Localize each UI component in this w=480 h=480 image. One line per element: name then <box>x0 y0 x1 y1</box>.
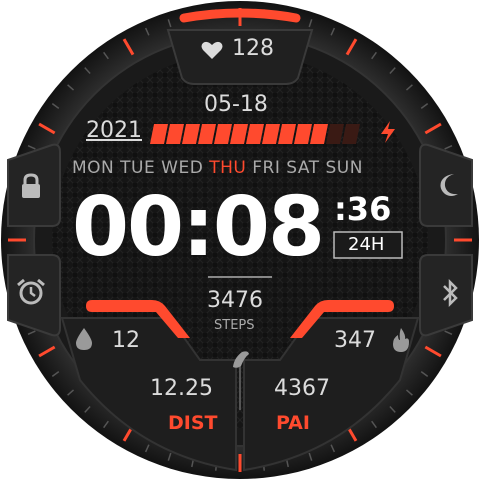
alarm-icon <box>17 278 45 305</box>
steps-value: 3476 <box>207 288 263 313</box>
weekday-row: MON TUE WED THU FRI SAT SUN <box>72 158 363 178</box>
time-hhmm: 00:08 <box>72 180 325 275</box>
weekday: FRI <box>252 158 281 178</box>
moon-icon <box>440 174 458 196</box>
bluetooth-icon <box>443 278 458 308</box>
weekday: MON <box>72 158 115 178</box>
flame-icon <box>393 328 409 352</box>
lock-icon <box>22 173 40 198</box>
water-drop-icon <box>76 328 92 350</box>
heart-rate-value: 128 <box>232 36 274 61</box>
top-accent-arc <box>179 8 301 23</box>
weekday: SAT <box>286 158 320 178</box>
time-format: 24H <box>348 234 385 255</box>
water-value: 12 <box>112 328 140 353</box>
pai-value: 4367 <box>274 376 330 401</box>
date-month-day: 05-18 <box>204 92 268 117</box>
steps-label: STEPS <box>214 318 255 333</box>
weekday: TUE <box>120 158 156 178</box>
pai-label: PAI <box>276 412 310 434</box>
time-seconds: :36 <box>334 190 392 228</box>
distance-value: 12.25 <box>150 376 213 401</box>
weekday: WED <box>161 158 204 178</box>
calories-value: 347 <box>334 328 376 353</box>
distance-label: DIST <box>168 412 218 434</box>
weekday-active: THU <box>209 158 247 178</box>
lightning-icon <box>381 121 395 143</box>
date-year: 2021 <box>86 118 142 143</box>
heart-icon <box>201 41 223 59</box>
weekday: SUN <box>325 158 363 178</box>
shoe-icon <box>233 351 249 368</box>
